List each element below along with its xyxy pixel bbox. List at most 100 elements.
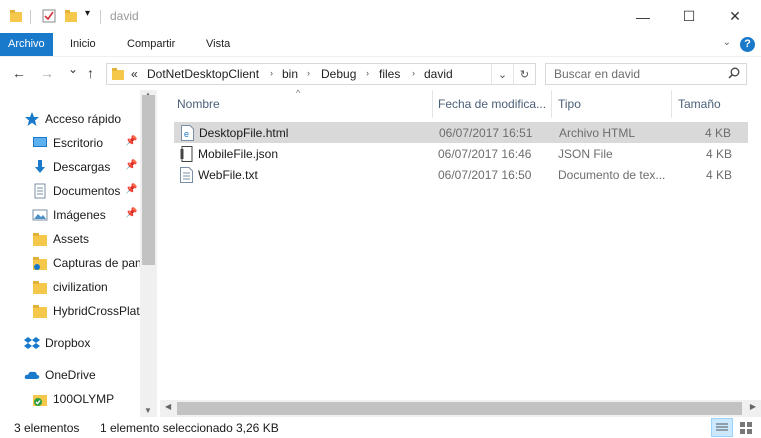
table-row[interactable]: MobileFile.json 06/07/2017 16:46 JSON Fi… [174,144,748,165]
tab-compartir[interactable]: Compartir [127,33,175,56]
json-file-icon [180,146,193,162]
column-divider[interactable] [551,90,552,118]
sidebar-item-capturas[interactable]: Capturas de pan [0,252,140,274]
properties-icon[interactable] [42,9,56,23]
tab-vista[interactable]: Vista [206,33,230,56]
sidebar-item-hybridcrossplat[interactable]: HybridCrossPlat [0,300,140,322]
desktop-icon [33,137,47,147]
folder-icon [112,68,124,80]
details-view-icon [716,423,728,431]
column-header-type[interactable]: Tipo [558,90,581,118]
breadcrumb-chevron-icon[interactable]: › [366,68,369,78]
folder-sync-icon [33,257,47,270]
new-folder-icon[interactable] [64,9,78,23]
column-header-date[interactable]: Fecha de modifica... [438,90,546,118]
ribbon-tabs: Archivo Inicio Compartir Vista ⌄ ? [0,33,761,56]
file-date: 06/07/2017 16:50 [438,168,532,182]
sidebar-item-onedrive[interactable]: OneDrive [0,364,140,386]
sidebar-item-label: Escritorio [53,136,104,150]
breadcrumb-files[interactable]: files [379,67,400,81]
tab-archivo[interactable]: Archivo [0,33,53,56]
sidebar-item-label: Dropbox [45,336,91,350]
breadcrumb-chevron-icon[interactable]: › [270,68,273,78]
pin-icon[interactable]: 📌 [125,184,137,195]
divider [100,10,101,24]
back-button[interactable]: ← [12,65,26,81]
search-box[interactable] [545,63,747,85]
folder-check-icon [33,395,47,406]
sidebar-item-label: Acceso rápido [45,112,122,126]
divider [30,10,31,24]
sidebar-item-label: HybridCrossPlat [53,304,140,318]
text-file-icon [180,167,193,183]
expand-ribbon-icon[interactable]: ⌄ [723,37,731,48]
sidebar-item-documentos[interactable]: Documentos 📌 [0,180,140,202]
help-button[interactable]: ? [740,37,755,52]
forward-button[interactable]: → [40,65,54,81]
selection-size: 3,26 KB [236,421,279,435]
file-size: 4 KB [704,126,731,140]
breadcrumb-overflow[interactable]: « [131,67,138,81]
close-button[interactable]: ✕ [712,0,758,33]
sidebar-item-assets[interactable]: Assets [0,228,140,250]
refresh-icon[interactable]: ↻ [513,64,535,84]
breadcrumb-chevron-icon[interactable]: › [307,68,310,78]
search-icon[interactable] [728,67,740,79]
item-count: 3 elementos [14,421,80,435]
file-date: 06/07/2017 16:51 [439,126,533,140]
file-name: MobileFile.json [198,147,279,161]
scroll-right-icon[interactable]: ▶ [750,402,756,411]
scrollbar-thumb[interactable] [142,95,155,265]
sort-ascending-icon: ^ [296,88,301,98]
sidebar-scrollbar[interactable]: ▲ ▼ [140,90,157,417]
column-divider[interactable] [671,90,672,118]
sidebar-item-100olymp[interactable]: 100OLYMP [0,388,140,410]
tab-inicio[interactable]: Inicio [70,33,96,56]
selection-info: 1 elemento seleccionado [100,421,233,435]
onedrive-icon [24,371,40,379]
svg-text:e: e [184,129,189,139]
sidebar-item-imagenes[interactable]: Imágenes 📌 [0,204,140,226]
breadcrumb-debug[interactable]: Debug [321,67,356,81]
search-input[interactable] [554,67,724,81]
customize-quick-access-icon[interactable]: ▾ [85,8,90,19]
breadcrumb-david[interactable]: david [424,67,453,81]
breadcrumb-chevron-icon[interactable]: › [412,68,415,78]
sidebar-item-acceso-rapido[interactable]: Acceso rápido [0,108,140,130]
details-view-button[interactable] [711,418,733,437]
sidebar-item-escritorio[interactable]: Escritorio 📌 [0,132,140,154]
scroll-down-icon[interactable]: ▼ [144,406,152,415]
up-button[interactable]: ↑ [87,65,94,81]
horizontal-scrollbar[interactable]: ◀ ▶ [160,400,761,417]
pin-icon[interactable]: 📌 [125,136,137,147]
sidebar-item-label: Capturas de pan [53,256,140,270]
breadcrumb-dotnetdesktopclient[interactable]: DotNetDesktopClient [147,67,259,81]
table-row[interactable]: WebFile.txt 06/07/2017 16:50 Documento d… [174,165,748,186]
file-date: 06/07/2017 16:46 [438,147,532,161]
dropbox-icon [24,337,40,349]
column-header-name[interactable]: Nombre [177,90,220,118]
table-row[interactable]: e DesktopFile.html 06/07/2017 16:51 Arch… [174,122,748,143]
breadcrumb-bin[interactable]: bin [282,67,298,81]
address-bar[interactable]: « DotNetDesktopClient › bin › Debug › fi… [106,63,536,85]
folder-icon [33,305,47,318]
scroll-left-icon[interactable]: ◀ [165,402,171,411]
file-size: 4 KB [705,147,732,161]
sidebar-item-dropbox[interactable]: Dropbox [0,332,140,354]
large-icons-view-button[interactable] [735,418,757,437]
large-icons-view-icon [740,422,752,434]
recent-locations-button[interactable]: ⌄ [68,62,78,76]
column-divider[interactable] [432,90,433,118]
pin-icon[interactable]: 📌 [125,160,137,171]
file-type: Archivo HTML [559,126,636,140]
maximize-button[interactable]: ☐ [666,0,712,33]
address-dropdown-icon[interactable]: ⌄ [491,64,513,84]
folder-icon [33,233,47,246]
pin-icon[interactable]: 📌 [125,208,137,219]
sidebar-item-label: OneDrive [45,368,96,382]
column-header-size[interactable]: Tamaño [678,90,721,118]
minimize-button[interactable]: — [620,0,666,33]
sidebar-item-civilization[interactable]: civilization [0,276,140,298]
scrollbar-thumb[interactable] [177,402,742,415]
sidebar-item-descargas[interactable]: Descargas 📌 [0,156,140,178]
